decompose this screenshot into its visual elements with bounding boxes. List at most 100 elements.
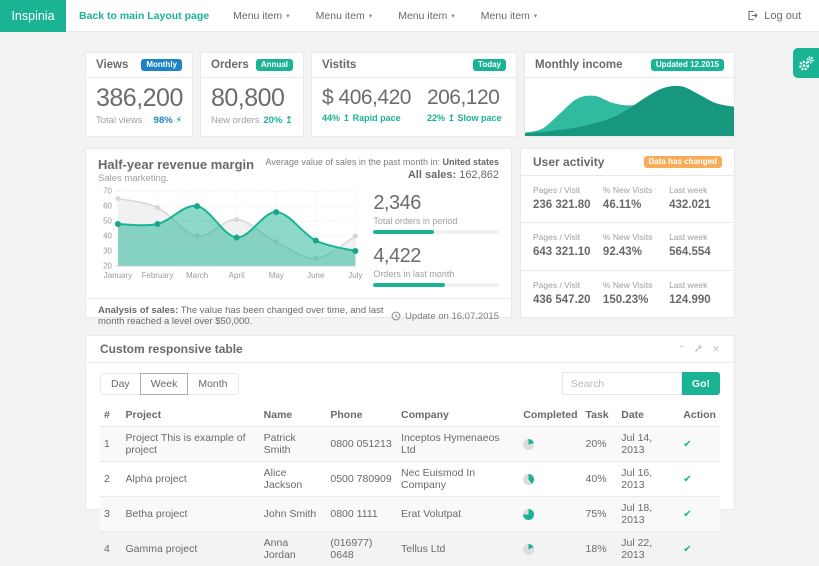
cell-num: 2 [100,462,122,497]
menu-item-1[interactable]: Menu item ▾ [233,10,290,22]
svg-text:March: March [186,271,208,280]
visits-right-value: 206,120 [427,84,502,111]
top-navbar: Inspinia Back to main Layout page Menu i… [0,0,819,32]
table-row: 2 Alpha project Alice Jackson 0500 78090… [100,462,720,497]
new-visits-value: 92.43% [603,246,669,258]
check-icon[interactable]: ✔ [683,509,691,520]
table-row: 4 Gamma project Anna Jordan (016977) 064… [100,532,720,566]
collapse-icon[interactable]: ⌃ [678,345,686,354]
data-changed-badge: Data has changed [644,156,722,168]
projects-table: # Project Name Phone Company Completed T… [100,404,720,566]
visits-left-delta: 44% ↥ Rapid pace [322,113,411,124]
cell-action: ✔ [679,497,720,532]
search-go-button[interactable]: Go! [682,372,720,395]
cell-date: Jul 16, 2013 [617,462,679,497]
svg-text:July: July [348,271,362,280]
sign-out-icon [747,10,758,21]
cell-name: Alice Jackson [260,462,327,497]
brand-logo[interactable]: Inspinia [0,0,66,32]
completion-pie-icon [523,474,534,485]
orders-card-title: Orders [211,59,249,71]
close-icon[interactable]: ✕ [712,345,720,354]
visits-card: Vistits Today $ 406,420 44% ↥ Rapid pace… [311,52,517,137]
filter-month-button[interactable]: Month [187,373,238,395]
today-badge: Today [473,59,506,71]
level-up-icon: ↥ [447,113,455,123]
cell-company: Erat Volutpat [397,497,519,532]
search-input[interactable] [562,372,682,395]
svg-text:60: 60 [103,202,112,211]
table-header-row: # Project Name Phone Company Completed T… [100,404,720,427]
last-week-value: 124.990 [669,294,722,306]
cell-date: Jul 22, 2013 [617,532,679,566]
cell-date: Jul 14, 2013 [617,427,679,462]
all-sales-text: All sales: 162,862 [266,169,499,181]
views-card-title: Views [96,59,128,71]
middle-row: Half-year revenue margin Sales marketing… [85,148,735,318]
new-visits-value: 46.11% [603,199,669,211]
cell-date: Jul 18, 2013 [617,497,679,532]
pages-per-visit-value: 436 547.20 [533,294,603,306]
visits-right-stat: 206,120 22% ↥ Slow pace [427,84,502,132]
svg-text:70: 70 [103,187,112,196]
main-menu: Menu item ▾ Menu item ▾ Menu item ▾ Menu… [233,10,537,22]
cell-completed [519,462,581,497]
cell-completed [519,427,581,462]
analysis-of-sales-text: Analysis of sales: The value has been ch… [98,305,391,327]
bolt-icon: ⚡ [175,115,182,126]
orders-last-month-progress [373,283,499,287]
table-panel-title: Custom responsive table [100,342,243,356]
cell-project: Project This is example of project [122,427,260,462]
filter-week-button[interactable]: Week [140,373,189,395]
orders-label: New orders [211,115,260,126]
update-date: Update on 16.07.2015 [391,311,499,322]
svg-text:June: June [307,271,325,280]
cell-completed [519,497,581,532]
views-card: Views Monthly 386,200 Total views 98% ⚡ [85,52,193,137]
cell-task: 20% [582,427,618,462]
cell-task: 18% [582,532,618,566]
user-activity-panel: User activity Data has changed Pages / V… [520,148,735,318]
svg-text:40: 40 [103,231,112,240]
menu-item-2[interactable]: Menu item ▾ [316,10,373,22]
svg-text:January: January [104,271,132,280]
period-filter-group: Day Week Month [100,373,239,395]
level-up-icon: ↥ [285,115,293,126]
cell-company: Tellus Ltd [397,532,519,566]
cell-company: Nec Euismod In Company [397,462,519,497]
chevron-down-icon: ▾ [534,12,538,20]
wrench-icon[interactable] [694,344,703,355]
cell-completed [519,532,581,566]
check-icon[interactable]: ✔ [683,474,691,485]
orders-last-month-label: Orders in last month [373,269,499,279]
updated-badge: Updated 12.2015 [651,59,724,71]
menu-item-3[interactable]: Menu item ▾ [398,10,455,22]
check-icon[interactable]: ✔ [683,544,691,555]
cell-phone: 0800 051213 [326,427,397,462]
visits-card-title: Vistits [322,59,356,71]
theme-config-button[interactable] [793,48,819,78]
pages-per-visit-value: 643 321.10 [533,246,603,258]
menu-item-4[interactable]: Menu item ▾ [481,10,538,22]
table-row: 3 Betha project John Smith 0800 1111 Era… [100,497,720,532]
activity-row: Pages / Visit 436 547.20 % New Visits 15… [521,271,734,317]
svg-text:February: February [142,271,174,280]
cell-project: Alpha project [122,462,260,497]
svg-text:April: April [229,271,245,280]
logout-button[interactable]: Log out [747,10,801,22]
cell-action: ✔ [679,532,720,566]
check-icon[interactable]: ✔ [683,439,691,450]
filter-day-button[interactable]: Day [100,373,141,395]
cell-phone: 0800 1111 [326,497,397,532]
level-up-icon: ↥ [343,113,351,123]
new-visits-value: 150.23% [603,294,669,306]
orders-value: 80,800 [211,84,293,113]
orders-card: Orders Annual 80,800 New orders 20% ↥ [200,52,304,137]
income-card-title: Monthly income [535,59,623,71]
cell-task: 75% [582,497,618,532]
user-activity-title: User activity [533,155,604,169]
stat-cards-row: Views Monthly 386,200 Total views 98% ⚡ [85,52,735,137]
back-to-layout-link[interactable]: Back to main Layout page [79,10,209,22]
orders-in-period-value: 2,346 [373,192,499,215]
pages-per-visit-value: 236 321.80 [533,199,603,211]
